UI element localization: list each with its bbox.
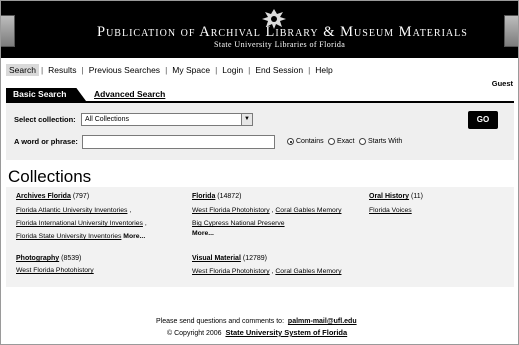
phrase-input[interactable] xyxy=(82,135,275,149)
radio-unselected-icon[interactable] xyxy=(359,138,366,145)
sub-collection-link[interactable]: Coral Gables Memory xyxy=(275,207,341,214)
sub-collection-link[interactable]: Big Cypress National Preserve xyxy=(192,220,285,227)
copyright-text: © Copyright 2006 xyxy=(167,330,222,337)
collection-count: (8539) xyxy=(61,255,82,262)
phrase-label: A word or phrase: xyxy=(14,137,78,146)
radio-starts-with[interactable]: Starts With xyxy=(359,138,402,145)
radio-contains-label: Contains xyxy=(296,138,324,145)
collection-select[interactable]: All Collections ▼ xyxy=(81,113,253,126)
collection-count: (11) xyxy=(411,193,423,200)
radio-starts-with-label: Starts With xyxy=(368,138,403,145)
collection-count: (14872) xyxy=(217,193,242,200)
sub-collection-link[interactable]: Florida International University Invento… xyxy=(16,220,143,227)
sub-collection-link[interactable]: Coral Gables Memory xyxy=(275,268,341,275)
right-edge-tab xyxy=(504,15,518,47)
collection-florida: Florida (14872) xyxy=(192,193,241,200)
more-link[interactable]: More... xyxy=(192,230,214,237)
radio-exact-label: Exact xyxy=(337,138,355,145)
list-item: Florida International University Invento… xyxy=(16,220,147,227)
list-item: West Florida Photohistory , Coral Gables… xyxy=(192,268,342,275)
nav-help[interactable]: Help xyxy=(312,64,335,76)
collection-link[interactable]: Archives Florida xyxy=(16,193,71,200)
list-item: Florida State University Inventories Mor… xyxy=(16,233,145,240)
footer-copyright: © Copyright 2006 State University System… xyxy=(167,328,347,337)
nav-previous-searches[interactable]: Previous Searches xyxy=(86,64,163,76)
radio-contains[interactable]: Contains xyxy=(287,138,324,145)
collection-link[interactable]: Oral History xyxy=(369,193,409,200)
search-panel: Select collection: All Collections ▼ GO … xyxy=(6,103,514,160)
list-item: West Florida Photohistory xyxy=(16,267,94,274)
collection-count: (797) xyxy=(72,193,90,200)
nav-end-session[interactable]: End Session xyxy=(252,64,306,76)
nav-results[interactable]: Results xyxy=(45,64,79,76)
footer-email-link[interactable]: palmm-mail@ufl.edu xyxy=(288,318,357,325)
collections-heading: Collections xyxy=(8,167,92,186)
sub-collection-link[interactable]: Florida Atlantic University Inventories xyxy=(16,207,127,214)
collection-photography: Photography (8539) xyxy=(16,255,81,262)
header-banner: Publication of Archival Library & Museum… xyxy=(1,1,518,58)
sub-collection-link[interactable]: West Florida Photohistory xyxy=(16,267,94,274)
footer-contact-text: Please send questions and comments to: xyxy=(156,318,285,325)
footer-org-link[interactable]: State University System of Florida xyxy=(225,328,347,337)
nav-search[interactable]: Search xyxy=(6,64,39,76)
user-status: Guest xyxy=(491,79,513,88)
main-nav: Search | Results | Previous Searches | My S… xyxy=(6,63,336,77)
collections-panel: Archives Florida (797) Florida Atlantic … xyxy=(6,187,514,287)
sub-collection-link[interactable]: West Florida Photohistory xyxy=(192,268,270,275)
list-item: West Florida Photohistory , Coral Gables… xyxy=(192,207,342,214)
tab-basic-search[interactable]: Basic Search xyxy=(6,88,86,101)
radio-exact[interactable]: Exact xyxy=(328,138,355,145)
nav-my-space[interactable]: My Space xyxy=(169,64,213,76)
list-item: Florida Voices xyxy=(369,207,412,214)
left-edge-tab xyxy=(1,15,15,47)
collection-oral-history: Oral History (11) xyxy=(369,193,423,200)
site-title: Publication of Archival Library & Museum… xyxy=(97,24,468,40)
go-button[interactable]: GO xyxy=(468,111,498,129)
list-item: Florida Atlantic University Inventories … xyxy=(16,207,132,214)
collection-count: (12789) xyxy=(242,255,267,262)
tab-advanced-search[interactable]: Advanced Search xyxy=(94,88,165,101)
nav-login[interactable]: Login xyxy=(219,64,246,76)
collection-archives-florida: Archives Florida (797) xyxy=(16,193,89,200)
collection-select-value: All Collections xyxy=(85,116,129,123)
chevron-down-icon[interactable]: ▼ xyxy=(241,114,252,125)
radio-selected-icon[interactable] xyxy=(287,138,294,145)
site-subtitle: State University Libraries of Florida xyxy=(214,40,346,49)
more-link[interactable]: More... xyxy=(123,233,145,240)
collection-link[interactable]: Florida xyxy=(192,193,215,200)
sub-collection-link[interactable]: West Florida Photohistory xyxy=(192,207,270,214)
collection-link[interactable]: Photography xyxy=(16,255,59,262)
collection-visual-material: Visual Material (12789) xyxy=(192,255,267,262)
footer-contact: Please send questions and comments to: p… xyxy=(156,318,357,325)
radio-unselected-icon[interactable] xyxy=(328,138,335,145)
collection-link[interactable]: Visual Material xyxy=(192,255,241,262)
sub-collection-link[interactable]: Florida Voices xyxy=(369,207,412,214)
collection-label: Select collection: xyxy=(14,115,76,124)
list-item: Big Cypress National Preserve xyxy=(192,220,285,227)
search-tabs: Basic Search Advanced Search xyxy=(6,88,514,103)
list-item: More... xyxy=(192,230,214,237)
sub-collection-link[interactable]: Florida State University Inventories xyxy=(16,233,121,240)
